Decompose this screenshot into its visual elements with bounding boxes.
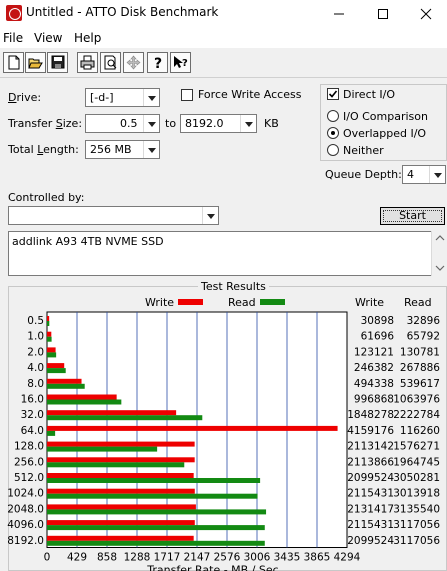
write-value: 123121: [354, 346, 394, 358]
write-bar: [47, 457, 195, 463]
read-value: 3117056: [393, 519, 440, 531]
write-bar: [47, 535, 194, 541]
write-bar: [47, 316, 50, 321]
read-value: 2222784: [393, 409, 440, 421]
read-value: 32896: [407, 315, 441, 327]
write-bar: [47, 378, 82, 384]
x-tick-label: 2147: [184, 552, 211, 564]
write-value: 30898: [361, 315, 394, 327]
category-label: 1024.0: [7, 488, 44, 500]
read-bar: [47, 321, 50, 326]
write-value: 2113866: [347, 456, 394, 468]
x-tick-label: 2576: [214, 552, 241, 564]
write-bar: [47, 425, 338, 431]
read-value: 1964745: [393, 456, 440, 468]
read-bar: [47, 383, 85, 389]
x-tick-label: 1717: [154, 552, 181, 564]
write-bar: [47, 363, 65, 369]
write-value: 494338: [354, 378, 394, 390]
read-value: 130781: [400, 346, 440, 358]
write-bar: [47, 520, 195, 526]
category-label: 128.0: [14, 441, 44, 453]
category-label: 4096.0: [7, 519, 44, 531]
read-value: 539617: [400, 378, 440, 390]
write-value: 4159176: [347, 425, 394, 437]
write-value: 2113142: [347, 441, 394, 453]
read-value: 65792: [407, 331, 440, 343]
write-bar: [47, 331, 52, 337]
category-label: 8192.0: [7, 535, 44, 547]
read-bar: [47, 509, 267, 515]
write-value: 996868: [354, 394, 394, 406]
read-bar: [47, 430, 56, 436]
read-value: 3117056: [393, 535, 440, 547]
read-bar: [47, 399, 122, 405]
category-label: 0.5: [27, 315, 44, 327]
write-bar: [47, 473, 194, 478]
write-value: 2099524: [347, 472, 394, 484]
write-value: 1848278: [347, 409, 394, 421]
read-bar: [47, 368, 66, 374]
category-label: 32.0: [21, 409, 44, 421]
write-value: 2115431: [347, 488, 394, 500]
write-value: 61696: [361, 331, 395, 343]
x-tick-label: 1288: [124, 552, 151, 564]
x-tick-label: 858: [97, 552, 117, 564]
category-label: 8.0: [27, 378, 44, 390]
x-axis-label: Transfer Rate - MB / Sec: [146, 564, 278, 571]
category-label: 4.0: [27, 362, 44, 374]
read-bar: [47, 462, 185, 468]
category-label: 2048.0: [7, 503, 44, 515]
x-tick-label: 4294: [334, 552, 361, 564]
read-value: 116260: [400, 425, 440, 437]
category-label: 1.0: [27, 331, 44, 343]
write-value: 2115431: [347, 519, 394, 531]
write-bar: [47, 504, 196, 510]
category-label: 16.0: [21, 394, 44, 406]
category-label: 2.0: [27, 346, 44, 358]
write-bar: [47, 410, 177, 416]
read-bar: [47, 525, 265, 531]
read-bar: [47, 446, 158, 452]
write-bar: [47, 394, 117, 400]
read-bar: [47, 478, 261, 483]
results-chart: 0 429 858 1288 1717 2147 2576 3006 3435 3865 4294 T…: [7, 311, 441, 571]
category-label: 256.0: [14, 456, 44, 468]
read-bar: [47, 352, 57, 358]
read-bar: [47, 540, 265, 546]
x-tick-label: 429: [67, 552, 87, 564]
read-bar: [47, 336, 52, 342]
read-value: 267886: [400, 362, 440, 374]
read-bar: [47, 493, 258, 499]
write-bar: [47, 441, 195, 447]
category-label: 512.0: [14, 472, 44, 484]
read-value: 3050281: [393, 472, 440, 484]
x-tick-label: 3006: [244, 552, 271, 564]
read-value: 3013918: [393, 488, 440, 500]
write-value: 246382: [354, 362, 394, 374]
read-value: 1576271: [393, 441, 440, 453]
x-tick-label: 0: [44, 552, 51, 564]
x-tick-label: 3435: [274, 552, 301, 564]
write-value: 2099524: [347, 535, 394, 547]
read-bar: [47, 415, 203, 421]
x-tick-label: 3865: [304, 552, 331, 564]
write-value: 2131417: [347, 503, 394, 515]
category-label: 64.0: [21, 425, 44, 437]
write-bar: [47, 347, 56, 353]
write-bar: [47, 488, 195, 494]
read-value: 3135540: [393, 503, 440, 515]
read-value: 1063976: [393, 394, 440, 406]
